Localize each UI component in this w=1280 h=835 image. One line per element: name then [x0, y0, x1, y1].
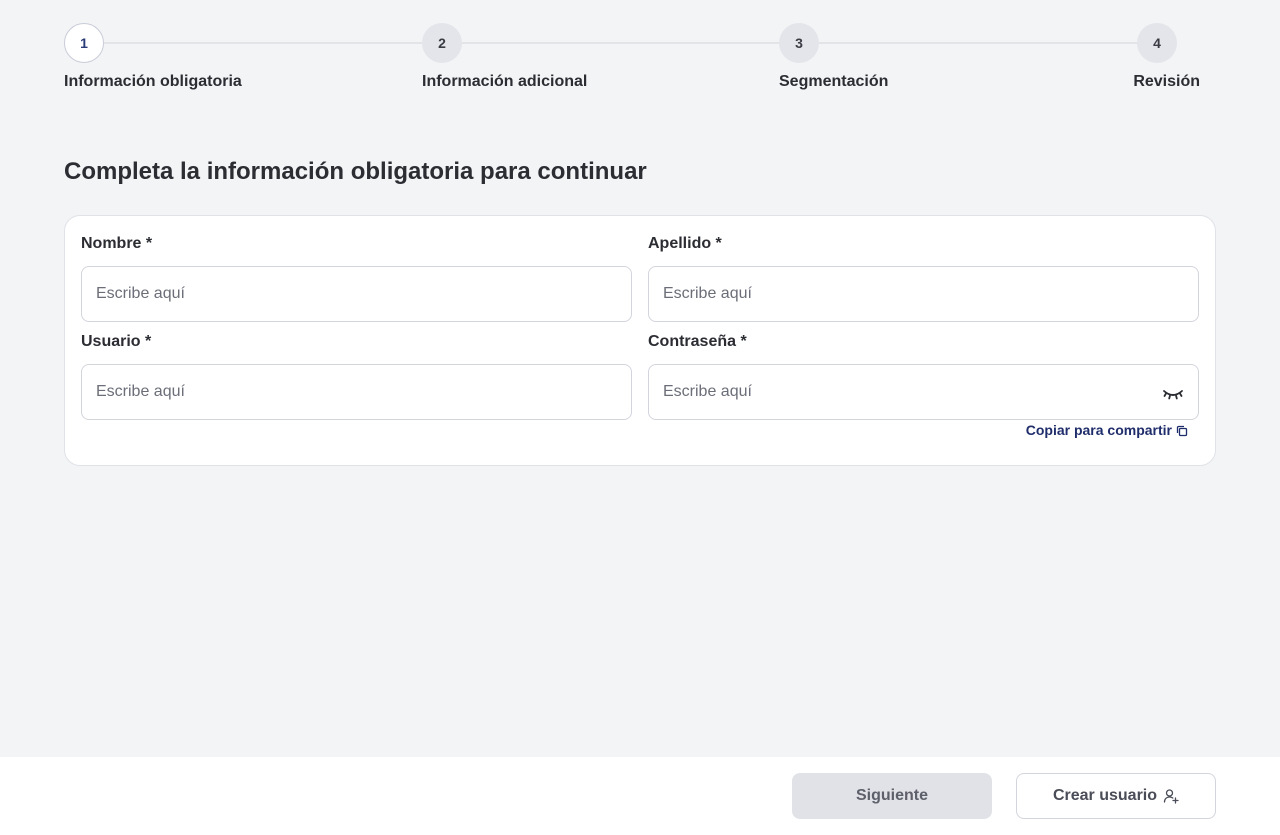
- step-connector: [819, 42, 1137, 44]
- step-2[interactable]: 2 Información adicional: [422, 23, 587, 90]
- form-card: Nombre * Apellido * Usuario * Contraseña…: [64, 215, 1216, 466]
- nombre-input[interactable]: [82, 267, 631, 321]
- copy-icon: [1176, 424, 1188, 437]
- usuario-label: Usuario *: [81, 333, 152, 350]
- nombre-input-wrapper: [81, 266, 632, 322]
- usuario-input[interactable]: [82, 365, 631, 419]
- step-connector: [462, 42, 779, 44]
- step-connector: [104, 42, 422, 44]
- apellido-field: Apellido *: [648, 232, 1199, 322]
- copy-link-label: Copiar para compartir: [1025, 422, 1172, 438]
- create-user-button[interactable]: Crear usuario: [1016, 773, 1216, 819]
- stepper: 1 Información obligatoria 2 Información …: [64, 23, 1216, 103]
- footer-bar: Siguiente Crear usuario: [0, 757, 1280, 835]
- step-label: Información obligatoria: [64, 73, 242, 90]
- apellido-input-wrapper: [648, 266, 1199, 322]
- step-4[interactable]: 4 Revisión: [1133, 23, 1200, 90]
- create-user-button-label: Crear usuario: [1052, 787, 1158, 804]
- step-number: 2: [422, 23, 462, 63]
- apellido-input[interactable]: [649, 267, 1198, 321]
- usuario-input-wrapper: [81, 364, 632, 420]
- nombre-label: Nombre *: [81, 235, 153, 252]
- copy-to-share-link[interactable]: Copiar para compartir: [1026, 422, 1188, 438]
- contrasena-input-wrapper: [648, 364, 1199, 420]
- next-button-label: Siguiente: [855, 787, 928, 804]
- step-label: Segmentación: [779, 73, 889, 90]
- contrasena-input[interactable]: [649, 365, 1198, 419]
- step-label: Revisión: [1133, 73, 1200, 90]
- user-plus-icon: [1163, 788, 1179, 804]
- usuario-field: Usuario *: [81, 330, 632, 420]
- step-1[interactable]: 1 Información obligatoria: [64, 23, 242, 90]
- step-number: 3: [779, 23, 819, 63]
- next-button[interactable]: Siguiente: [792, 773, 992, 819]
- eye-closed-icon[interactable]: [1162, 383, 1184, 403]
- page-title: Completa la información obligatoria para…: [64, 158, 647, 185]
- step-number: 1: [64, 23, 104, 63]
- step-number: 4: [1137, 23, 1177, 63]
- contrasena-label: Contraseña *: [648, 333, 747, 350]
- step-3[interactable]: 3 Segmentación: [779, 23, 888, 90]
- step-label: Información adicional: [422, 73, 588, 90]
- page: 1 Información obligatoria 2 Información …: [0, 0, 1280, 835]
- apellido-label: Apellido *: [648, 235, 722, 252]
- nombre-field: Nombre *: [81, 232, 632, 322]
- contrasena-field: Contraseña *: [648, 330, 1199, 420]
